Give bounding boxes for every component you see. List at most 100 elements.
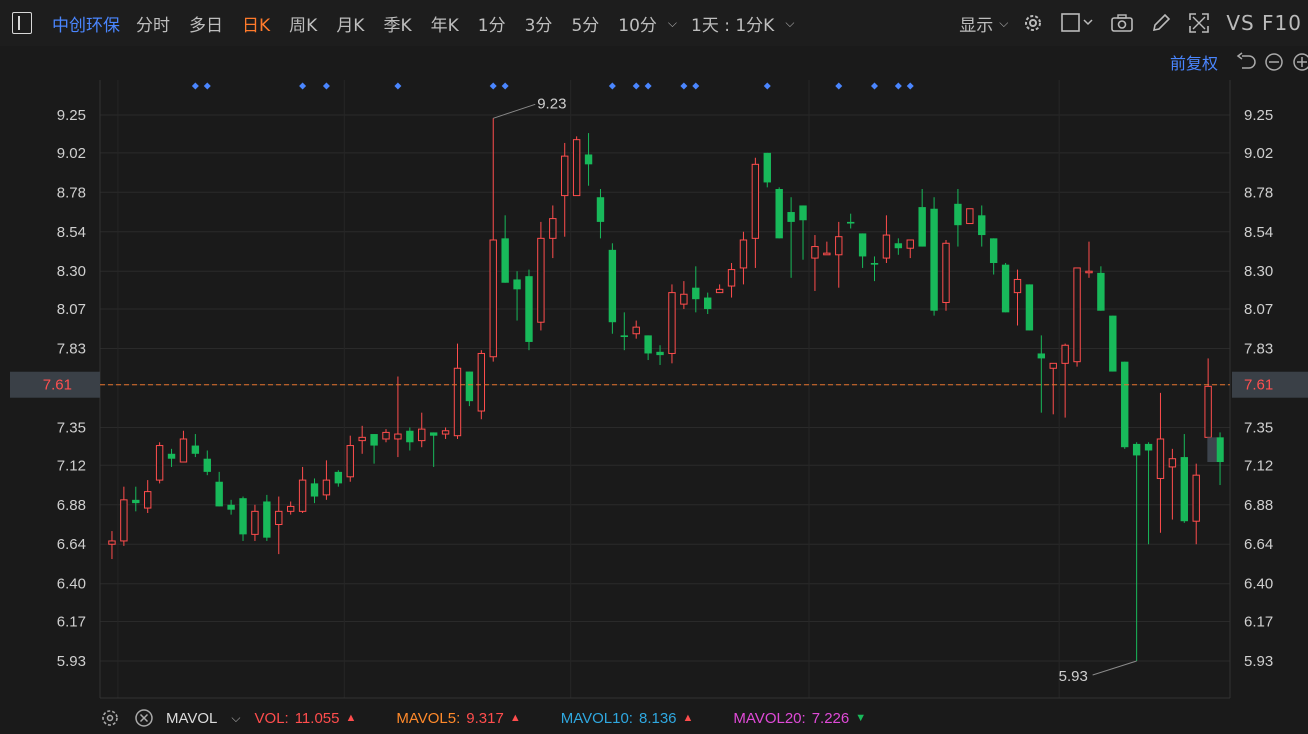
display-menu[interactable]: 显示 [959, 11, 993, 36]
candle-body-down [191, 445, 200, 454]
high-price-label: 9.23 [537, 95, 566, 112]
y-tick-label-left: 9.25 [57, 107, 86, 124]
candle-body-down [501, 238, 509, 283]
candle-body-down [406, 430, 414, 443]
y-tick-label-left: 7.35 [57, 419, 86, 436]
chevron-down-icon[interactable]: ⌵ [668, 16, 677, 31]
volume-indicator-bar: MAVOL ⌵ VOL: 11.055 ▲ MAVOL5: 9.317 ▲ MA… [0, 704, 1308, 732]
y-tick-label-right: 8.07 [1244, 301, 1273, 318]
candle-body-down [775, 189, 783, 239]
candle-body-up [251, 510, 259, 535]
square-frame-icon[interactable] [1060, 12, 1094, 34]
candle-body-up [108, 540, 116, 545]
pencil-icon[interactable] [1150, 12, 1172, 34]
tab-monthly-k[interactable]: 月K [336, 11, 364, 36]
y-tick-label-left: 8.78 [57, 184, 86, 201]
candle-body-down [930, 208, 938, 311]
candle-body-down [167, 453, 176, 459]
y-tick-label-right: 6.17 [1244, 614, 1273, 631]
candle-body-up [120, 499, 128, 542]
candle-body-up [394, 433, 402, 440]
tab-yearly-k[interactable]: 年K [431, 11, 459, 36]
candle-body-up [453, 367, 462, 437]
candle-body-up [561, 155, 569, 197]
fullscreen-icon[interactable] [1188, 12, 1210, 34]
candle-body-down [334, 471, 343, 484]
candle-body-up [823, 252, 831, 256]
adjust-mode-label[interactable]: 前复权 [1170, 50, 1218, 74]
candle-body-up [751, 163, 760, 239]
candle-body-down [215, 481, 223, 507]
pending-bar-highlight [1207, 437, 1217, 463]
candle-body-up [418, 428, 426, 442]
tab-quarterly-k[interactable]: 季K [383, 11, 411, 36]
candle-body-down [656, 351, 664, 356]
tab-5min[interactable]: 5分 [571, 11, 599, 36]
camera-icon[interactable] [1110, 12, 1134, 34]
chevron-down-icon[interactable]: ⌵ [785, 16, 794, 31]
zoom-in-icon[interactable] [1292, 52, 1308, 72]
interval-select[interactable]: 1天 : 1分K [691, 11, 774, 36]
candle-body-down [954, 203, 962, 226]
y-tick-label-left: 7.83 [57, 341, 86, 358]
y-tick-label-left: 6.17 [57, 614, 86, 631]
y-tick-label-left: 8.54 [57, 224, 86, 241]
up-arrow-icon: ▲ [509, 712, 521, 724]
candle-body-up [441, 430, 450, 435]
candle-body-up [358, 436, 366, 442]
candle-body-down [429, 432, 438, 436]
candle-body-down [1025, 284, 1034, 331]
indicator-close-icon[interactable] [134, 708, 154, 728]
tab-3min[interactable]: 3分 [525, 11, 553, 36]
candle-body-up [346, 445, 354, 478]
y-tick-label-left: 6.88 [57, 497, 86, 514]
mavol20-label: MAVOL20: [733, 709, 806, 727]
y-tick-label-left: 8.30 [57, 263, 86, 280]
tab-1min[interactable]: 1分 [478, 11, 506, 36]
candle-body-down [1180, 457, 1188, 522]
candle-body-up [811, 246, 819, 259]
candle-body-down [203, 458, 211, 472]
candle-body-down [1097, 272, 1105, 311]
y-tick-label-right: 6.88 [1244, 497, 1273, 514]
tab-fenshi[interactable]: 分时 [136, 11, 170, 36]
candle-body-up [715, 288, 724, 294]
indicator-name[interactable]: MAVOL [166, 710, 217, 727]
undo-icon[interactable] [1236, 52, 1256, 72]
candle-body-up [322, 479, 331, 496]
candle-body-down [846, 221, 855, 224]
y-tick-label-right: 9.25 [1244, 107, 1273, 124]
indicator-settings-gear-icon[interactable] [100, 708, 120, 728]
candle-body-up [1073, 267, 1081, 363]
candle-body-up [144, 491, 152, 509]
settings-gear-icon[interactable] [1022, 12, 1044, 34]
tab-daily-k[interactable]: 日K [242, 11, 270, 36]
zoom-out-icon[interactable] [1264, 52, 1284, 72]
up-arrow-icon: ▲ [345, 712, 357, 724]
candle-body-up [1061, 344, 1069, 364]
candle-body-up [1168, 458, 1177, 468]
current-price-label-right: 7.61 [1244, 377, 1273, 394]
low-price-label: 5.93 [1059, 668, 1088, 685]
chevron-down-icon[interactable]: ⌵ [231, 711, 240, 726]
tab-10min[interactable]: 10分 [618, 11, 657, 36]
candle-body-up [680, 293, 688, 305]
candle-body-up [942, 242, 950, 303]
mavol5-value: 9.317 [466, 709, 504, 727]
tab-duori[interactable]: 多日 [189, 11, 223, 36]
stock-name[interactable]: 中创环保 [52, 11, 120, 36]
candle-body-up [1013, 278, 1022, 294]
tab-weekly-k[interactable]: 周K [289, 11, 317, 36]
top-toolbar: 中创环保 分时 多日 日K 周K 月K 季K 年K 1分 3分 5分 10分 ⌵… [0, 0, 1308, 46]
candle-body-down [870, 263, 879, 265]
candle-body-up [739, 239, 748, 269]
candle-body-down [608, 249, 617, 323]
vs-f10-button[interactable]: VS F10 [1226, 11, 1302, 35]
candle-body-down [799, 205, 807, 221]
sidebar-toggle-icon[interactable] [12, 12, 32, 34]
plot-area [100, 80, 1230, 698]
chevron-down-icon[interactable]: ⌵ [999, 16, 1008, 31]
candlestick-chart[interactable]: 9.25 9.02 8.78 8.54 8.30 8.07 7.83 7.61 7.35 7.12… [0, 80, 1308, 704]
candle-body-down [310, 483, 319, 497]
candle-body-down [1037, 353, 1046, 359]
